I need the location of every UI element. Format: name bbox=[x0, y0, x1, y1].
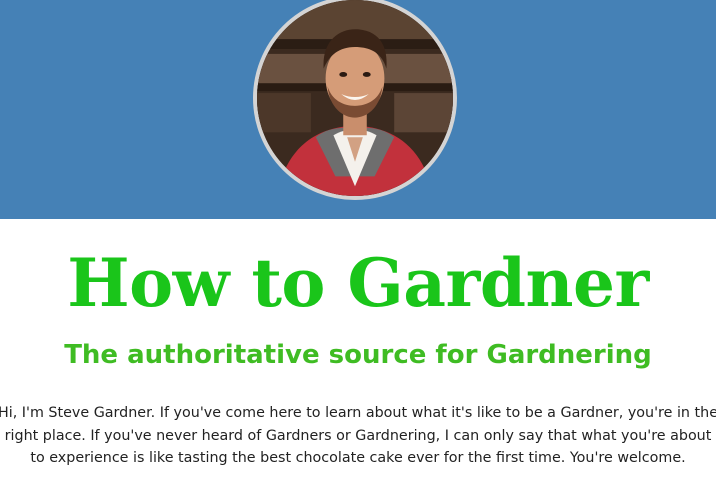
page-subtitle: The authoritative source for Gardnering bbox=[64, 340, 652, 370]
intro-paragraph: Hi, I'm Steve Gardner. If you've come he… bbox=[0, 405, 716, 466]
avatar bbox=[253, 0, 457, 200]
header-banner bbox=[0, 0, 716, 219]
page-title: How to Gardner bbox=[67, 244, 649, 322]
profile-photo-icon bbox=[257, 0, 453, 196]
